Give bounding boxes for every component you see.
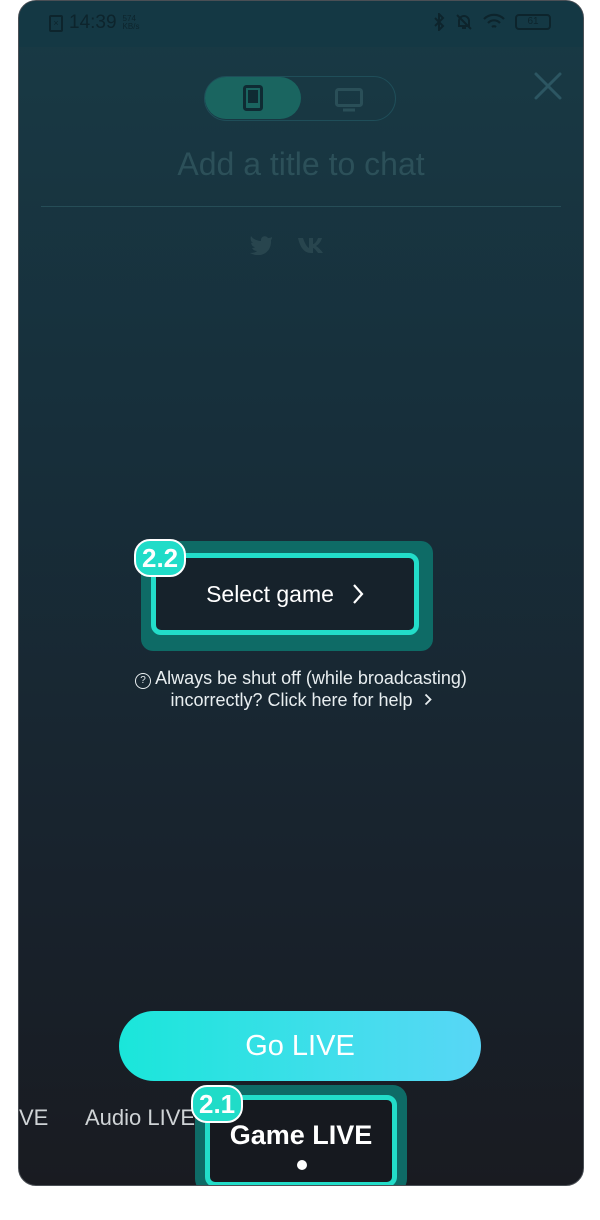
mode-option-audio-live[interactable]: Audio LIVE — [85, 1105, 195, 1131]
monitor-icon[interactable] — [335, 88, 363, 112]
select-game-button[interactable]: Select game — [151, 553, 419, 635]
status-time: 14:39 — [69, 12, 117, 33]
help-line-1: Always be shut off (while broadcasting) — [155, 668, 467, 688]
status-left: × 14:39 574 KB/s — [49, 12, 147, 34]
status-bar: × 14:39 574 KB/s 61 — [19, 1, 583, 47]
help-line-2: incorrectly? Click here for help — [170, 690, 413, 710]
wifi-icon — [483, 13, 505, 28]
selected-mode-dot — [297, 1160, 307, 1170]
chevron-right-icon — [424, 693, 432, 706]
step-badge-2-2: 2.2 — [134, 539, 187, 577]
share-options — [249, 235, 325, 255]
no-sim-icon: × — [49, 14, 63, 32]
game-live-label: Game LIVE — [229, 1120, 373, 1150]
select-game-label: Select game — [206, 580, 334, 607]
phone-mode-option[interactable] — [205, 77, 301, 119]
battery-indicator: 61 — [515, 14, 551, 30]
twitter-icon[interactable] — [249, 235, 273, 255]
question-icon: ? — [135, 673, 152, 689]
bluetooth-icon — [434, 13, 445, 31]
device-mode-toggle — [204, 76, 396, 121]
phone-icon — [243, 85, 263, 111]
status-right: 61 — [433, 13, 551, 31]
step-badge-2-1: 2.1 — [191, 1085, 244, 1123]
mute-bell-icon — [456, 14, 472, 30]
close-icon[interactable] — [533, 71, 563, 101]
network-speed: 574 KB/s — [123, 15, 147, 31]
phone-screen: × 14:39 574 KB/s 61 Add a title to chat … — [18, 0, 584, 1186]
mode-option-partial[interactable]: VE — [19, 1105, 48, 1131]
title-divider — [41, 206, 561, 207]
network-speed-unit: KB/s — [122, 22, 140, 31]
go-live-button[interactable]: Go LIVE — [119, 1011, 481, 1081]
help-link[interactable]: ? Always be shut off (while broadcasting)… — [49, 667, 553, 711]
chat-title-input[interactable]: Add a title to chat — [41, 146, 561, 183]
chevron-right-icon — [353, 584, 364, 604]
vk-icon[interactable] — [297, 236, 325, 254]
